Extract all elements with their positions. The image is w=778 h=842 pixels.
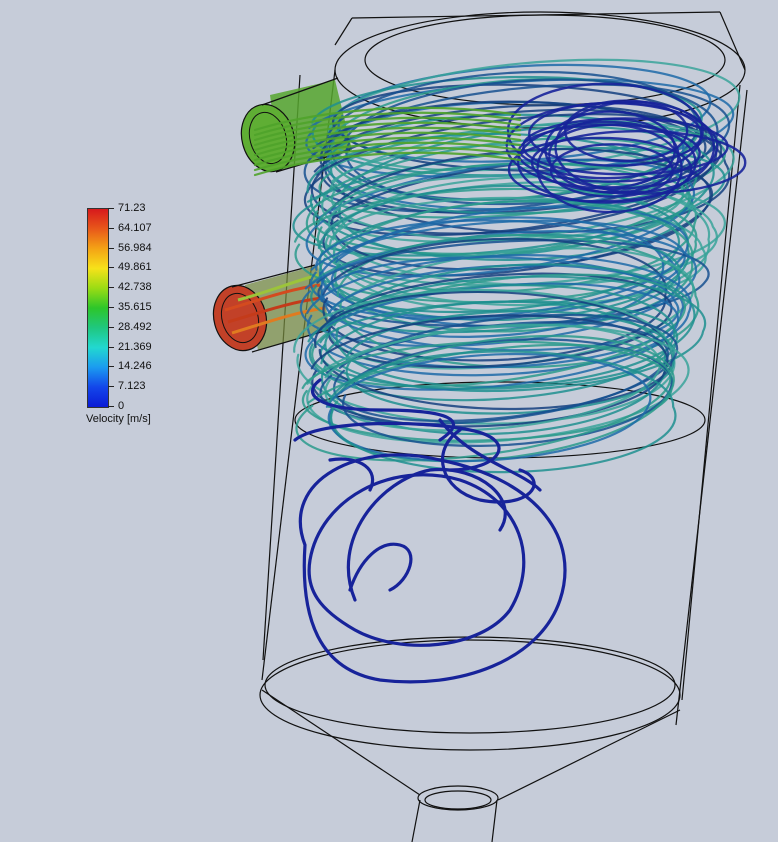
- legend-tick-label: 14.246: [118, 360, 152, 373]
- velocity-legend: 71.23 64.107 56.984 49.861 42.738 35.615 28.49…: [86, 200, 206, 435]
- legend-tick-mark: [108, 267, 114, 269]
- legend-tick-mark: [108, 287, 114, 289]
- legend-tick-mark: [108, 386, 114, 388]
- legend-tick-label: 49.861: [118, 261, 152, 274]
- legend-tick-mark: [108, 208, 114, 209]
- color-scale-bar: [87, 208, 109, 408]
- legend-tick-mark: [108, 227, 114, 229]
- legend-tick-mark: [108, 247, 114, 249]
- legend-title: Velocity [m/s]: [86, 413, 151, 425]
- legend-tick-label: 64.107: [118, 221, 152, 234]
- legend-tick-label: 71.23: [118, 202, 146, 214]
- legend-tick-mark: [108, 366, 114, 368]
- legend-tick-mark: [108, 346, 114, 348]
- legend-tick-label: 28.492: [118, 320, 152, 333]
- legend-tick-mark: [108, 326, 114, 328]
- legend-tick-label: 42.738: [118, 281, 152, 294]
- legend-tick-label: 0: [118, 400, 125, 412]
- legend-tick-label: 21.369: [118, 340, 152, 353]
- legend-tick-label: 7.123: [118, 380, 146, 393]
- legend-tick-mark: [108, 307, 114, 308]
- legend-tick-label: 56.984: [118, 241, 152, 254]
- legend-tick-mark: [108, 406, 114, 407]
- legend-tick-label: 35.615: [118, 301, 152, 313]
